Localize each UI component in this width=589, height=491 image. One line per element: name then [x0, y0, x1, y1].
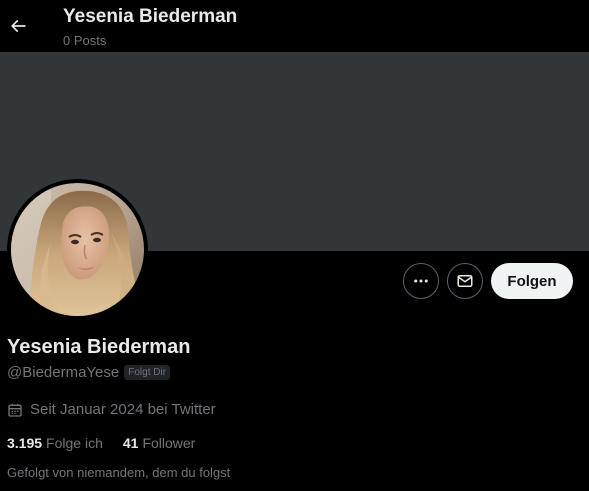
user-handle: @BiedermaYese	[7, 364, 120, 381]
header-title: Yesenia Biederman	[63, 6, 238, 27]
more-button[interactable]	[403, 263, 439, 299]
avatar	[11, 183, 144, 316]
joined-date: Seit Januar 2024 bei Twitter	[7, 401, 216, 418]
profile-header: Yesenia Biederman 0 Posts	[0, 0, 589, 52]
back-button[interactable]	[2, 8, 34, 44]
followers-label: Follower	[142, 435, 196, 451]
display-name: Yesenia Biederman	[7, 336, 191, 358]
message-button[interactable]	[447, 263, 483, 299]
envelope-icon	[457, 275, 473, 287]
joined-text: Seit Januar 2024 bei Twitter	[30, 401, 216, 418]
follow-stats: 3.195 Folge ich 41 Follower	[7, 435, 195, 451]
following-count: 3.195	[7, 435, 43, 451]
more-horizontal-icon	[414, 279, 428, 283]
follow-button[interactable]: Folgen	[491, 263, 573, 299]
followed-by-text: Gefolgt von niemandem, dem du folgst	[7, 465, 231, 480]
calendar-icon	[8, 403, 22, 417]
followers-link[interactable]: 41 Follower	[123, 435, 195, 451]
followers-count: 41	[122, 435, 139, 451]
arrow-left-icon	[10, 19, 26, 33]
following-link[interactable]: 3.195 Folge ich	[7, 435, 103, 451]
post-count: 0 Posts	[63, 33, 107, 48]
handle-row: @BiedermaYese Folgt Dir	[7, 364, 171, 381]
follows-you-badge: Folgt Dir	[124, 365, 171, 380]
avatar-container[interactable]	[7, 179, 148, 320]
following-label: Folge ich	[46, 435, 103, 451]
